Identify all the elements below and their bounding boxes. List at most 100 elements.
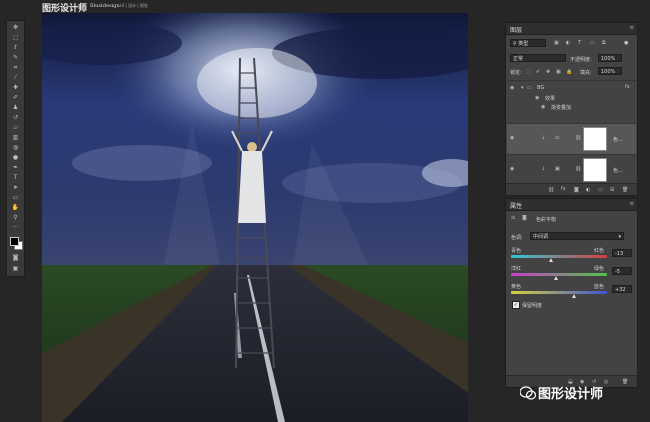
layers-panel-title: 图层 [510, 27, 523, 34]
lock-image-icon[interactable]: ✐ [536, 69, 540, 75]
path-select-tool-icon[interactable]: ➤ [10, 183, 21, 192]
visibility-eye-icon[interactable]: ◉ [510, 135, 514, 141]
link-chain-icon: ⛓ [575, 166, 582, 172]
fx-icon[interactable]: fx [625, 84, 630, 90]
history-brush-tool-icon[interactable]: ↺ [10, 113, 21, 122]
eyedropper-tool-icon[interactable]: ⁄ [10, 73, 21, 82]
new-layer-icon[interactable]: ⊞ [610, 187, 614, 193]
quick-mask-icon[interactable]: ◙ [10, 253, 21, 262]
lock-all-icon[interactable]: 🔒 [566, 69, 572, 75]
layer-group-bg[interactable]: ◉ ▾ ▭ BG fx [507, 80, 636, 95]
foreground-color-swatch[interactable] [10, 237, 19, 246]
selective-color-icon: ▣ [555, 166, 560, 172]
dodge-tool-icon[interactable]: ● [10, 153, 21, 162]
panel-menu-icon[interactable]: ≡ [630, 201, 634, 207]
visibility-eye-icon[interactable]: ◉ [510, 85, 514, 91]
filter-type-icon[interactable]: T [578, 40, 581, 46]
layer-filter-select[interactable]: ⚲ 类型 [510, 39, 546, 47]
panel-menu-icon[interactable]: ≡ [630, 25, 634, 31]
document-canvas[interactable] [42, 13, 468, 422]
shape-tool-icon[interactable]: ▭ [10, 193, 21, 202]
slider-magenta-green-input[interactable]: -5 [612, 267, 632, 275]
watermark-text: 图形设计师 [538, 387, 604, 402]
slider-yellow-blue-track[interactable] [511, 291, 607, 294]
stamp-tool-icon[interactable]: ♟ [10, 103, 21, 112]
adjustment-name: 色彩平衡 [536, 217, 557, 223]
marquee-tool-icon[interactable]: ⬚ [10, 33, 21, 42]
link-layers-icon[interactable]: ⛓ [548, 187, 554, 193]
layer-mask-thumbnail[interactable] [583, 158, 607, 182]
layer-row-adjustment-selected[interactable]: ◉ ↓ ⚖ ⛓ 色... [507, 123, 636, 154]
lock-transparent-icon[interactable]: ⬚ [526, 69, 531, 75]
filter-smart-object-icon[interactable]: ⧉ [602, 40, 606, 46]
wechat-logo-icon [520, 386, 536, 400]
tone-select[interactable]: 中间调 ▾ [530, 232, 624, 240]
chevron-down-icon: ▾ [618, 234, 621, 240]
lock-artboard-icon[interactable]: ▣ [556, 69, 561, 75]
more-tools-icon[interactable]: ··· [10, 223, 21, 232]
slider-yellow-blue-right-label: 蓝色 [594, 284, 605, 290]
quick-select-tool-icon[interactable]: ✎ [10, 53, 21, 62]
slider-yellow-blue-handle[interactable] [572, 294, 577, 298]
new-adjustment-icon[interactable]: ◐ [586, 187, 590, 193]
color-balance-icon: ⚖ [511, 215, 516, 221]
fill-input[interactable]: 100% [598, 67, 622, 75]
effects-eye-icon[interactable]: ◉ [535, 95, 539, 101]
slider-cyan-red-track[interactable] [511, 255, 607, 258]
opacity-value: 100% [601, 56, 616, 62]
screen-mode-icon[interactable]: ▣ [10, 264, 21, 273]
filter-pixel-icon[interactable]: ▣ [554, 40, 559, 46]
pen-tool-icon[interactable]: ✒ [10, 163, 21, 172]
tone-value: 中间调 [533, 234, 549, 240]
blend-mode-select[interactable]: 正常 [510, 54, 566, 62]
brand-subtitle: UI | 设计 | 视觉 [120, 3, 148, 8]
new-group-icon[interactable]: ▭ [598, 187, 603, 193]
type-tool-icon[interactable]: T [10, 173, 21, 182]
slider-magenta-green-left-label: 洋红 [511, 266, 522, 272]
slider-cyan-red-handle[interactable] [549, 258, 554, 262]
delete-layer-icon[interactable]: 🗑 [622, 187, 628, 193]
layer-name: 色... [613, 168, 623, 174]
eraser-tool-icon[interactable]: ▱ [10, 123, 21, 132]
filter-shape-icon[interactable]: ▭ [590, 40, 595, 46]
opacity-label: 不透明度: [570, 57, 592, 63]
visibility-eye-icon[interactable]: ◉ [510, 166, 514, 172]
slider-magenta-green-handle[interactable] [554, 276, 559, 280]
lock-label: 锁定: [510, 70, 522, 76]
crop-tool-icon[interactable]: ⌗ [10, 63, 21, 72]
blend-mode-value: 正常 [513, 56, 524, 62]
lasso-tool-icon[interactable]: ℓ [10, 43, 21, 52]
search-icon: ⚲ [513, 41, 517, 47]
brush-tool-icon[interactable]: ✐ [10, 93, 21, 102]
layer-mask-thumbnail[interactable] [583, 127, 607, 151]
add-mask-icon[interactable]: ◙ [574, 187, 579, 193]
lock-position-icon[interactable]: ✥ [546, 69, 550, 75]
gradient-tool-icon[interactable]: ▥ [10, 133, 21, 142]
preserve-luminosity-checkbox[interactable]: ✓ [512, 301, 520, 309]
slider-magenta-green-track[interactable] [511, 273, 607, 276]
hand-tool-icon[interactable]: ✋ [10, 203, 21, 212]
add-style-icon[interactable]: fx [561, 186, 566, 192]
opacity-input[interactable]: 100% [598, 54, 622, 62]
layers-panel-header: 图层 ≡ [506, 23, 637, 35]
slider-cyan-red-value: -13 [615, 251, 624, 257]
filter-toggle-icon[interactable]: ● [624, 40, 628, 46]
move-tool-icon[interactable]: ✥ [10, 23, 21, 32]
slider-cyan-red-input[interactable]: -13 [612, 249, 632, 257]
properties-panel-title: 属性 [510, 203, 523, 210]
slider-yellow-blue-input[interactable]: +32 [612, 285, 632, 293]
effect-item-row: ◉ 渐变叠加 [507, 103, 636, 112]
properties-panel: 属性 ≡ ⚖ ◙ 色彩平衡 色调: 中间调 ▾ 青色 红色 -13 洋红 绿色 … [505, 198, 638, 388]
layer-row-adjustment[interactable]: ◉ ↓ ▣ ⛓ 色... [507, 154, 636, 185]
healing-tool-icon[interactable]: ✚ [10, 83, 21, 92]
folder-icon: ▭ [527, 85, 532, 91]
blur-tool-icon[interactable]: ◍ [10, 143, 21, 152]
mask-icon[interactable]: ◙ [522, 215, 527, 221]
toggle-visibility-icon[interactable]: ◎ [604, 379, 608, 385]
zoom-tool-icon[interactable]: ⚲ [10, 213, 21, 222]
canvas-artwork [42, 13, 468, 422]
delete-adjustment-icon[interactable]: 🗑 [622, 379, 628, 385]
effect-eye-icon[interactable]: ◉ [541, 104, 545, 110]
filter-adjustment-icon[interactable]: ◐ [566, 40, 570, 46]
chevron-down-icon[interactable]: ▾ [521, 85, 524, 91]
